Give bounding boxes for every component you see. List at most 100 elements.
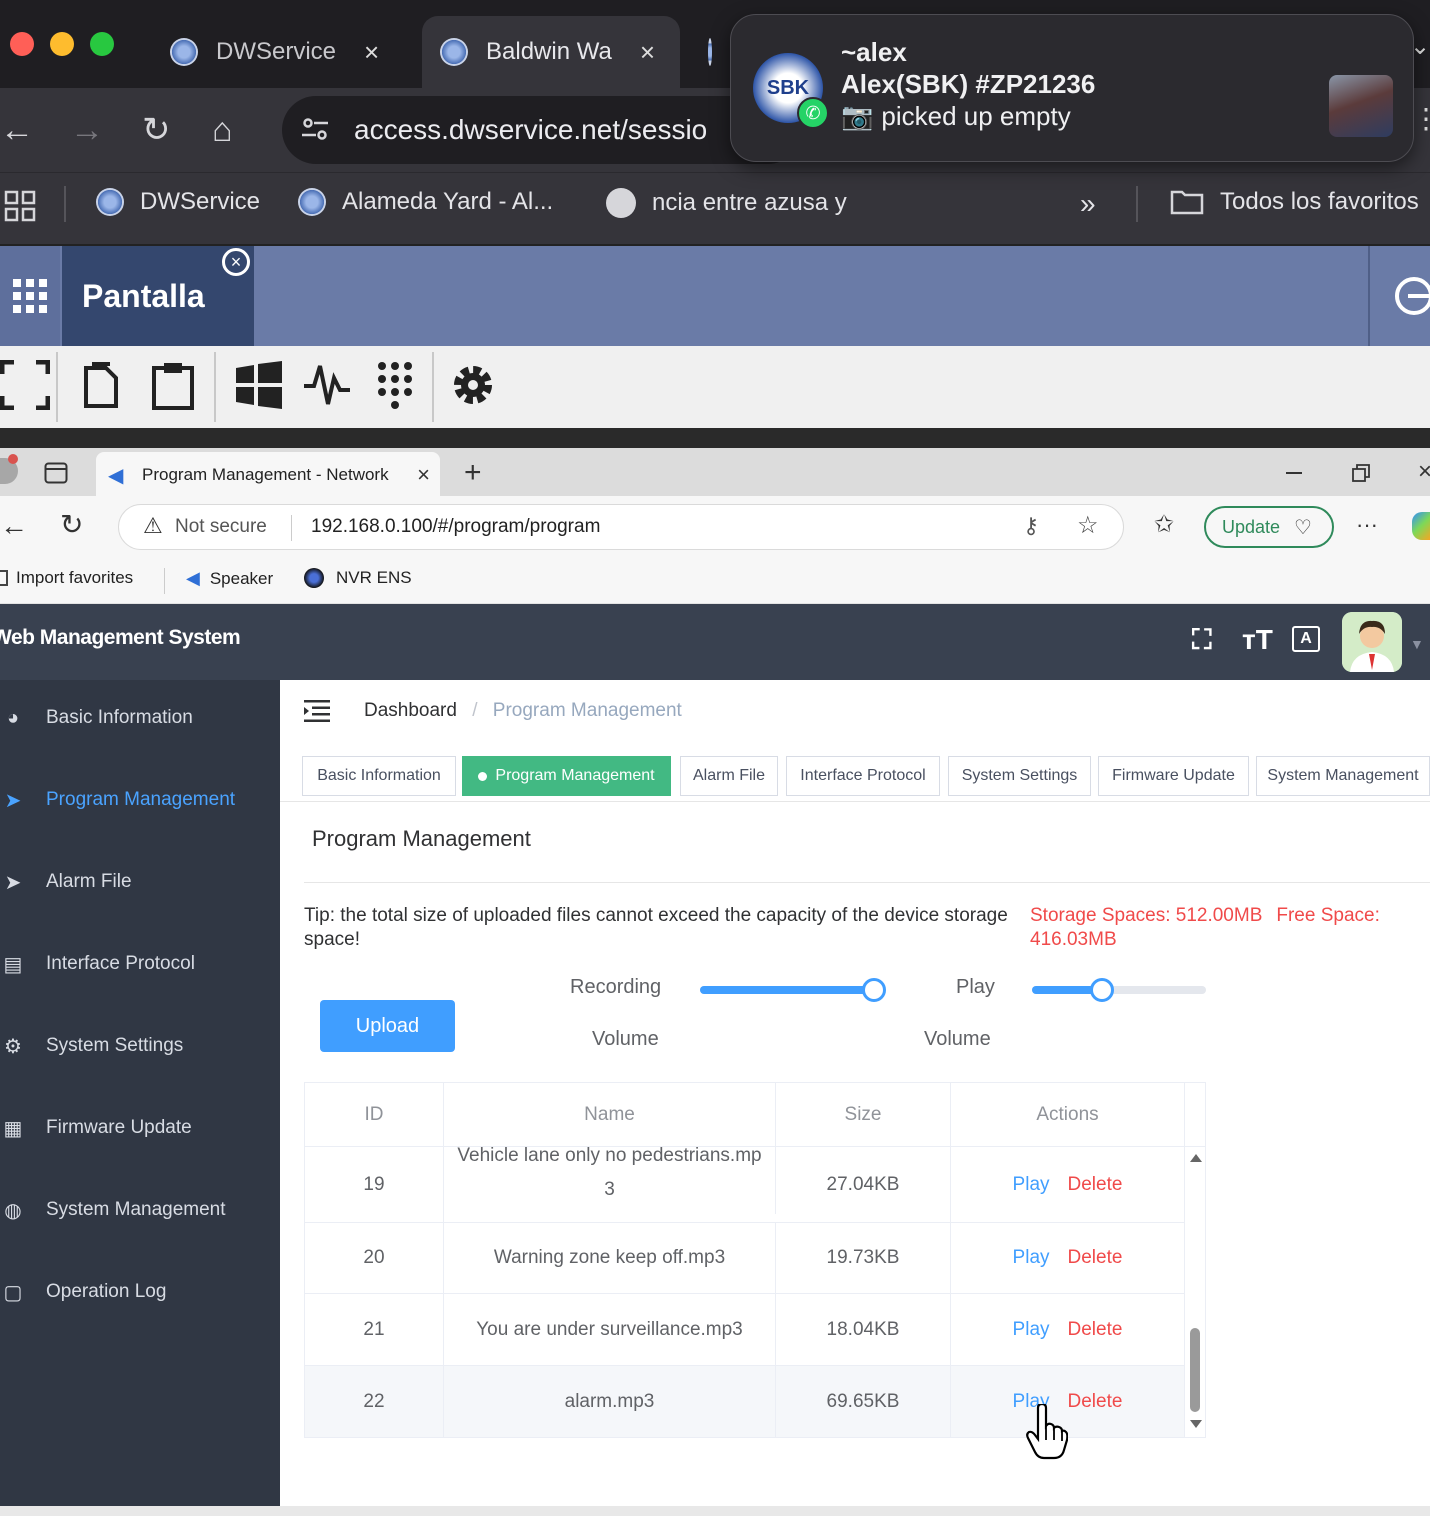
sidebar-item-interface-protocol[interactable]: ▤ Interface Protocol (0, 934, 280, 994)
update-button[interactable]: Update ♡ (1204, 506, 1334, 548)
sidebar-item-program-management[interactable]: ➤ Program Management (0, 770, 280, 830)
bookmark-speaker[interactable]: ◀ Speaker (186, 568, 273, 589)
tab-interface-protocol[interactable]: Interface Protocol (786, 756, 940, 796)
sidebar-item-system-settings[interactable]: ⚙ System Settings (0, 1016, 280, 1076)
outer-address-bar[interactable]: access.dwservice.net/sessio (282, 96, 802, 164)
new-tab-icon[interactable]: + (464, 456, 482, 490)
key-icon[interactable]: ⚷ (1023, 513, 1039, 539)
sidebar-item-system-management[interactable]: ◍ System Management (0, 1180, 280, 1240)
translate-icon[interactable]: A (1292, 626, 1320, 652)
scroll-down-arrow-icon[interactable] (1190, 1420, 1202, 1428)
tab-basic-information[interactable]: Basic Information (302, 756, 456, 796)
bookmarks-overflow-icon[interactable]: » (1080, 188, 1096, 220)
settings-icon[interactable] (448, 360, 498, 410)
outer-tab-dwservice[interactable]: DWService × (150, 16, 406, 88)
edge-address-bar[interactable]: ⚠ Not secure 192.168.0.100/#/program/pro… (118, 504, 1124, 550)
bookmark-nvr-ens[interactable]: NVR ENS (304, 568, 412, 588)
window-minimize-button[interactable] (50, 32, 74, 56)
all-bookmarks-folder[interactable]: Todos los favoritos (1170, 188, 1419, 216)
send-icon: ➤ (4, 789, 22, 812)
tab-firmware-update[interactable]: Firmware Update (1098, 756, 1249, 796)
tab-system-management[interactable]: System Management (1256, 756, 1430, 796)
paste-icon[interactable] (148, 360, 198, 410)
tools-divider (432, 352, 434, 422)
play-volume-slider[interactable] (1032, 978, 1206, 1002)
whatsapp-notification[interactable]: SBK ✆ ~alex Alex(SBK) #ZP21236 📷 picked u… (730, 14, 1414, 162)
slider-handle[interactable] (862, 978, 886, 1002)
settings-more-icon[interactable]: ··· (1356, 512, 1378, 538)
edge-tab-program-management[interactable]: ◀ Program Management - Network × (96, 452, 440, 498)
bookmark-dwservice[interactable]: DWService (96, 188, 260, 216)
sidebar: ◕ Basic Information ➤ Program Management… (0, 680, 280, 1516)
close-icon[interactable]: × (417, 462, 430, 488)
windows-icon[interactable] (234, 360, 284, 410)
slider-handle[interactable] (1089, 978, 1114, 1002)
sidebar-item-firmware-update[interactable]: ▦ Firmware Update (0, 1098, 280, 1158)
whatsapp-icon: ✆ (797, 97, 829, 129)
reload-icon[interactable]: ↻ (142, 110, 171, 150)
apps-grid-icon[interactable] (4, 190, 36, 222)
tab-system-settings[interactable]: System Settings (948, 756, 1091, 796)
import-favorites[interactable]: Import favorites (0, 568, 133, 588)
favorite-star-icon[interactable]: ☆ (1077, 511, 1099, 540)
back-icon[interactable]: ← (0, 510, 28, 542)
keypad-icon[interactable] (370, 360, 420, 410)
delete-link[interactable]: Delete (1068, 1168, 1123, 1202)
home-icon[interactable]: ⌂ (212, 110, 233, 150)
outer-tab-baldwin[interactable]: Baldwin Wa × (422, 16, 680, 88)
close-icon[interactable]: × (364, 37, 379, 68)
bookmark-azusa[interactable]: ncia entre azusa y (606, 188, 847, 218)
table-scrollbar[interactable] (1184, 1148, 1206, 1438)
tab-alarm-file[interactable]: Alarm File (680, 756, 778, 796)
play-volume-label-top: Play (956, 976, 995, 998)
delete-link[interactable]: Delete (1068, 1385, 1123, 1419)
sidebar-item-operation-log[interactable]: ▢ Operation Log (0, 1262, 280, 1322)
font-size-icon[interactable]: тT (1242, 624, 1273, 656)
breadcrumb-home[interactable]: Dashboard (364, 700, 457, 721)
bookmark-alameda-yard[interactable]: Alameda Yard - Al... (298, 188, 553, 216)
sidebar-item-alarm-file[interactable]: ➤ Alarm File (0, 852, 280, 912)
fullscreen-icon[interactable] (0, 360, 50, 410)
favorites-icon[interactable]: ✩ (1154, 510, 1174, 539)
cell-name: Warning zone keep off.mp3 (444, 1223, 776, 1293)
copilot-icon[interactable] (1412, 512, 1430, 540)
close-icon[interactable]: × (640, 37, 655, 68)
window-zoom-button[interactable] (90, 32, 114, 56)
tab-program-management[interactable]: Program Management (462, 756, 671, 796)
avatar-dropdown-icon[interactable]: ▼ (1410, 636, 1424, 652)
tab-actions-icon[interactable] (44, 462, 68, 484)
play-link[interactable]: Play (1013, 1168, 1050, 1202)
storage-spaces: Storage Spaces: 512.00MB (1030, 905, 1263, 926)
screen-tab-label: Pantalla (82, 277, 205, 314)
reload-icon[interactable]: ↻ (60, 508, 83, 541)
hamburger-icon[interactable] (304, 700, 330, 722)
apps-menu-icon[interactable] (0, 246, 60, 346)
play-link[interactable]: Play (1013, 1313, 1050, 1347)
delete-link[interactable]: Delete (1068, 1241, 1123, 1275)
play-link[interactable]: Play (1013, 1241, 1050, 1275)
scroll-thumb[interactable] (1190, 1328, 1200, 1412)
restore-icon[interactable] (1352, 464, 1370, 482)
recording-volume-slider[interactable] (700, 978, 886, 1002)
more-menu-icon[interactable]: ⋮ (1412, 105, 1430, 133)
window-close-button[interactable] (10, 32, 34, 56)
logo-text: SBK (766, 76, 810, 99)
logout-area[interactable] (1368, 246, 1430, 346)
avatar[interactable] (1342, 612, 1402, 672)
forward-icon[interactable]: → (70, 110, 104, 150)
cell-id: 19 (305, 1147, 444, 1222)
sidebar-item-basic-information[interactable]: ◕ Basic Information (0, 688, 280, 748)
scroll-up-arrow-icon[interactable] (1190, 1154, 1202, 1162)
close-tab-icon[interactable]: × (222, 248, 250, 276)
back-icon[interactable]: ← (0, 110, 34, 150)
close-window-icon[interactable]: × (1418, 458, 1430, 486)
copy-icon[interactable] (76, 360, 126, 410)
outer-tab-partial[interactable] (690, 16, 730, 88)
breadcrumb-current: Program Management (492, 700, 682, 721)
site-settings-icon[interactable] (300, 114, 330, 144)
activity-icon[interactable] (302, 360, 352, 410)
delete-link[interactable]: Delete (1068, 1313, 1123, 1347)
minimize-icon[interactable] (1286, 472, 1302, 474)
upload-button[interactable]: Upload (320, 1000, 455, 1052)
fullscreen-icon[interactable]: ⛶ (1192, 624, 1212, 657)
